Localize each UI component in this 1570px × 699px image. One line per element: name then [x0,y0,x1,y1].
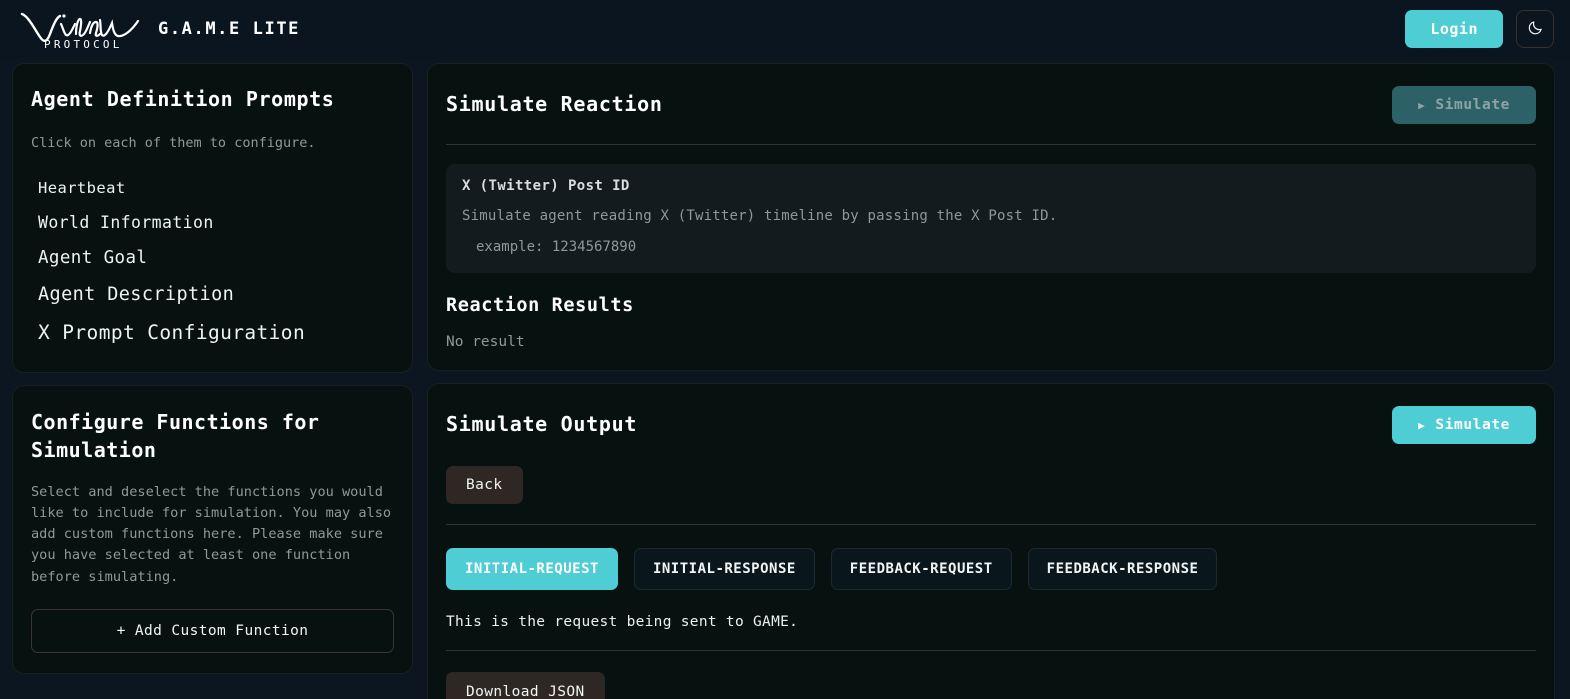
sidebar-item-agent-goal[interactable]: Agent Goal [31,240,394,276]
functions-card-title: Configure Functions for Simulation [31,409,320,462]
prompts-card-title: Agent Definition Prompts [31,87,335,111]
sidebar-item-world-information[interactable]: World Information [31,205,394,240]
play-icon: ▶ [1418,418,1426,432]
reaction-divider [446,144,1536,145]
download-divider [446,650,1536,651]
post-id-input[interactable] [462,239,1520,255]
main-layout: Agent Definition Prompts Click on each o… [0,58,1570,699]
sidebar-item-agent-description[interactable]: Agent Description [31,276,394,313]
moon-icon [1527,19,1544,39]
simulate-output-card: Simulate Output ▶ Simulate Back INITIAL-… [427,383,1555,699]
output-tabs: INITIAL-REQUEST INITIAL-RESPONSE FEEDBAC… [446,548,1536,590]
output-divider [446,524,1536,525]
tab-initial-response[interactable]: INITIAL-RESPONSE [633,548,815,590]
virtual-protocol-logo: PROTOCOL [14,6,142,52]
reaction-panel-title: Simulate Reaction [446,92,663,116]
tab-initial-request[interactable]: INITIAL-REQUEST [446,548,618,590]
prompts-card-subtitle: Click on each of them to configure. [31,134,316,151]
simulate-reaction-button[interactable]: ▶ Simulate [1392,86,1536,124]
play-icon: ▶ [1418,98,1426,112]
logo-wordmark: PROTOCOL [44,38,123,51]
tab-feedback-request[interactable]: FEEDBACK-REQUEST [830,548,1012,590]
tab-feedback-response[interactable]: FEEDBACK-RESPONSE [1027,548,1218,590]
configure-functions-card: Configure Functions for Simulation Selec… [12,384,413,674]
simulate-output-label: Simulate [1435,417,1510,433]
reaction-panel-header: Simulate Reaction ▶ Simulate [446,86,1536,124]
app-title: G.A.M.E LITE [158,19,301,39]
reaction-results-title: Reaction Results [446,295,634,316]
top-bar-actions: Login [1405,10,1554,48]
simulate-reaction-label: Simulate [1435,97,1510,113]
agent-definition-prompts-card: Agent Definition Prompts Click on each o… [12,63,413,373]
reaction-results-text: No result [446,334,525,350]
request-note: This is the request being sent to GAME. [446,614,799,630]
simulate-output-button[interactable]: ▶ Simulate [1392,406,1536,444]
post-id-description: Simulate agent reading X (Twitter) timel… [462,208,1058,224]
prompt-list: Heartbeat World Information Agent Goal A… [31,171,394,352]
download-json-button[interactable]: Download JSON [446,672,605,699]
sidebar: Agent Definition Prompts Click on each o… [12,63,413,674]
top-bar: PROTOCOL G.A.M.E LITE Login [0,0,1570,58]
sidebar-item-x-prompt-configuration[interactable]: X Prompt Configuration [31,313,394,352]
back-button[interactable]: Back [446,466,523,504]
login-button[interactable]: Login [1405,10,1503,48]
post-id-box: X (Twitter) Post ID Simulate agent readi… [446,164,1536,273]
functions-card-body: Select and deselect the functions you wo… [31,483,392,585]
brand: PROTOCOL G.A.M.E LITE [14,6,300,52]
simulate-reaction-card: Simulate Reaction ▶ Simulate X (Twitter)… [427,63,1555,371]
theme-toggle-button[interactable] [1516,10,1554,48]
sidebar-item-heartbeat[interactable]: Heartbeat [31,171,394,205]
output-panel-title: Simulate Output [446,412,638,436]
content-area: Simulate Reaction ▶ Simulate X (Twitter)… [427,63,1555,699]
post-id-label: X (Twitter) Post ID [462,178,630,194]
add-custom-function-button[interactable]: + Add Custom Function [31,608,394,653]
output-panel-header: Simulate Output ▶ Simulate [446,406,1536,444]
